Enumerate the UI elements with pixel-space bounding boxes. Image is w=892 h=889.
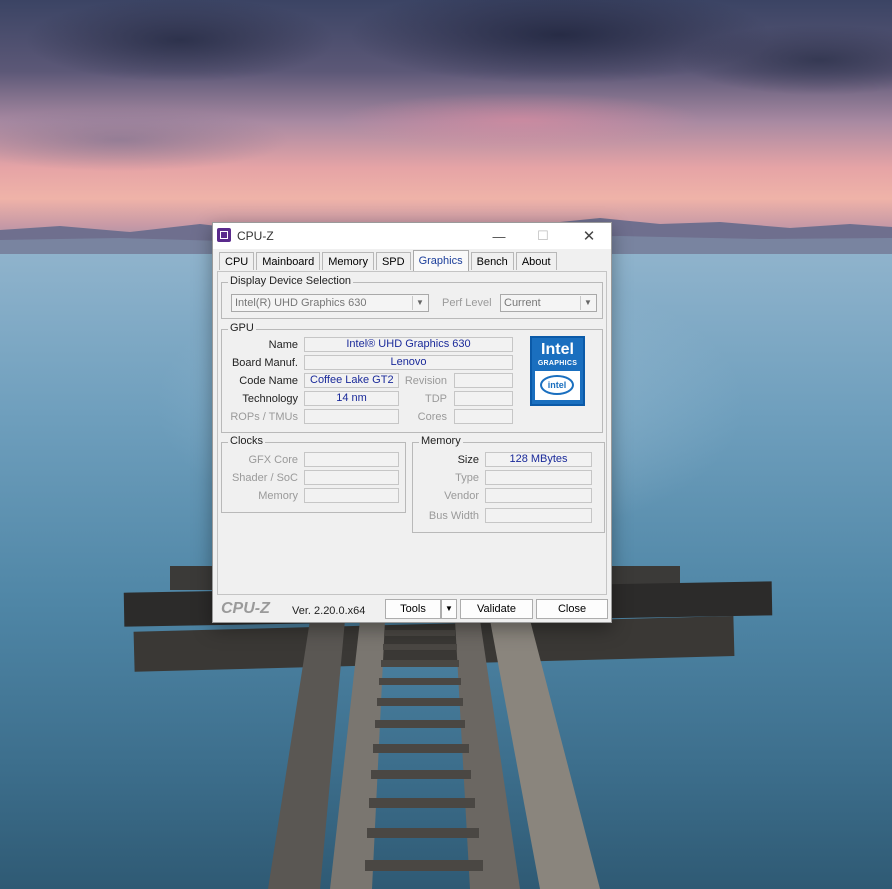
display-device-group: Display Device Selection Intel(R) UHD Gr… — [221, 275, 603, 319]
memory-vendor-value — [485, 488, 592, 503]
chevron-down-icon: ▼ — [580, 296, 595, 310]
board-manuf-label: Board Manuf. — [231, 357, 298, 369]
code-name-value: Coffee Lake GT2 — [304, 373, 399, 388]
minimize-button[interactable]: — — [477, 223, 521, 249]
technology-label: Technology — [242, 393, 298, 405]
cores-value — [454, 409, 513, 424]
revision-value — [454, 373, 513, 388]
gfx-core-label: GFX Core — [248, 454, 298, 466]
maximize-button[interactable]: ☐ — [521, 223, 565, 249]
title-bar[interactable]: CPU-Z — ☐ ✕ — [213, 223, 611, 249]
cpuz-brand-logo: CPU-Z — [221, 600, 270, 617]
memory-type-label: Type — [455, 472, 479, 484]
clock-memory-value — [304, 488, 399, 503]
tab-about[interactable]: About — [515, 252, 557, 270]
intel-logo-word: Intel — [541, 341, 574, 358]
technology-value: 14 nm — [304, 391, 399, 406]
tdp-value — [454, 391, 513, 406]
device-select-value: Intel(R) UHD Graphics 630 — [235, 297, 367, 309]
gpu-name-label: Name — [268, 339, 298, 351]
tab-graphics[interactable]: Graphics — [412, 250, 469, 271]
tab-mainboard[interactable]: Mainboard — [256, 252, 321, 270]
intel-graphics-logo: Intel GRAPHICS intel — [530, 336, 585, 406]
gpu-name-value: Intel® UHD Graphics 630 — [304, 337, 513, 352]
tdp-label: TDP — [425, 393, 447, 405]
window-title: CPU-Z — [237, 229, 274, 243]
tab-spd[interactable]: SPD — [375, 252, 411, 270]
memory-type-value — [485, 470, 592, 485]
memory-size-value: 128 MBytes — [485, 452, 592, 467]
tab-strip: CPU Mainboard Memory SPD Graphics Bench … — [219, 250, 559, 272]
device-select[interactable]: Intel(R) UHD Graphics 630 ▼ — [231, 294, 429, 312]
perf-level-value: Current — [504, 297, 541, 309]
bottom-bar: CPU-Z Ver. 2.20.0.x64 Tools ▼ Validate C… — [217, 598, 608, 620]
graphics-panel: Display Device Selection Intel(R) UHD Gr… — [217, 271, 607, 595]
gpu-group-label: GPU — [228, 322, 256, 334]
intel-logo-sub: GRAPHICS — [537, 360, 578, 367]
revision-label: Revision — [404, 375, 447, 387]
cores-label: Cores — [417, 411, 447, 423]
perf-level-label: Perf Level — [442, 297, 492, 309]
memory-group-label: Memory — [419, 435, 463, 447]
perf-level-select[interactable]: Current ▼ — [500, 294, 597, 312]
clocks-group-label: Clocks — [228, 435, 266, 447]
shader-soc-value — [304, 470, 399, 485]
tab-cpu[interactable]: CPU — [219, 252, 255, 270]
rops-tmus-value — [304, 409, 399, 424]
intel-logo-oval: intel — [540, 375, 574, 395]
cpuz-app-icon — [217, 228, 231, 242]
tab-memory[interactable]: Memory — [322, 252, 374, 270]
clock-memory-label: Memory — [258, 490, 298, 502]
tools-button[interactable]: Tools — [385, 599, 441, 619]
close-window-button[interactable]: ✕ — [567, 223, 611, 249]
memory-vendor-label: Vendor — [444, 490, 479, 502]
tools-dropdown-arrow-icon[interactable]: ▼ — [441, 599, 457, 619]
gfx-core-value — [304, 452, 399, 467]
close-button[interactable]: Close — [536, 599, 608, 619]
version-label: Ver. 2.20.0.x64 — [292, 605, 366, 617]
validate-button[interactable]: Validate — [460, 599, 533, 619]
memory-size-label: Size — [457, 454, 479, 466]
shader-soc-label: Shader / SoC — [231, 472, 298, 484]
cpuz-window: CPU-Z — ☐ ✕ CPU Mainboard Memory SPD Gra… — [212, 222, 612, 623]
display-device-group-label: Display Device Selection — [228, 275, 354, 287]
memory-group: Memory Size 128 MBytes Type Vendor Bus W… — [412, 435, 605, 533]
chevron-down-icon: ▼ — [412, 296, 427, 310]
tab-bench[interactable]: Bench — [470, 252, 514, 270]
board-manuf-value: Lenovo — [304, 355, 513, 370]
bus-width-label: Bus Width — [428, 510, 479, 522]
clocks-group: Clocks GFX Core Shader / SoC Memory — [221, 435, 406, 513]
rops-tmus-label: ROPs / TMUs — [230, 411, 298, 423]
code-name-label: Code Name — [239, 375, 298, 387]
bus-width-value — [485, 508, 592, 523]
